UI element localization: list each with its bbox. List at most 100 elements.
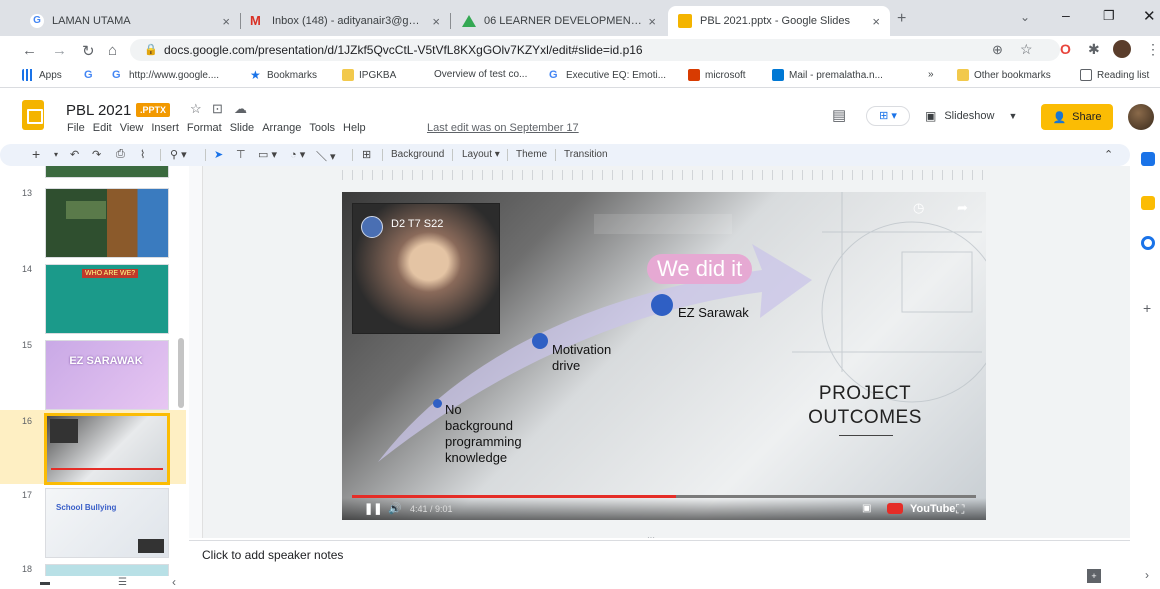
tab-pbl-slides[interactable]: PBL 2021.pptx - Google Slides ×	[668, 6, 890, 36]
cloud-status-icon[interactable]: ☁	[234, 101, 247, 117]
opera-extension-icon[interactable]: O	[1060, 41, 1071, 57]
shape-icon[interactable]: ◔ ▾	[290, 148, 305, 161]
collapse-panel-chevron-icon[interactable]: ‹	[172, 575, 176, 589]
menu-view[interactable]: View	[120, 122, 144, 134]
bookmark-apps[interactable]: Apps	[22, 69, 62, 81]
background-button[interactable]: Background	[391, 149, 444, 160]
add-addon-icon[interactable]: +	[1143, 300, 1151, 316]
bookmark-bookmarks[interactable]: ★ Bookmarks	[250, 69, 317, 81]
notes-resize-handle[interactable]: ···	[647, 533, 655, 542]
close-tab-icon[interactable]: ×	[432, 14, 440, 29]
menu-arrange[interactable]: Arrange	[262, 122, 301, 134]
image-icon[interactable]: ▭ ▾	[258, 148, 277, 161]
move-folder-icon[interactable]: ⊡	[212, 101, 223, 117]
explore-icon[interactable]: +	[1087, 569, 1101, 583]
menu-format[interactable]: Format	[187, 122, 222, 134]
video-progress-bar[interactable]	[352, 495, 976, 498]
bookmark-reading-list[interactable]: Reading list	[1080, 69, 1149, 81]
redo-icon[interactable]: ↷	[92, 148, 101, 161]
tab-gmail-inbox[interactable]: M Inbox (148) - adityanair3@gmail. ×	[240, 6, 450, 36]
google-bookmark-icon[interactable]: G	[84, 69, 93, 81]
home-icon[interactable]: ⌂	[108, 42, 117, 59]
zoom-icon[interactable]: ⚲ ▾	[170, 148, 187, 161]
share-button[interactable]: 👤 Share	[1041, 104, 1113, 130]
menu-edit[interactable]: Edit	[93, 122, 112, 134]
new-slide-icon[interactable]: +	[32, 146, 40, 162]
slide-thumbnail-12[interactable]	[45, 166, 169, 178]
paint-format-icon[interactable]: ⌇	[140, 148, 145, 161]
slide-thumbnail-13[interactable]	[45, 188, 169, 258]
slideshow-button[interactable]: ▣ Slideshow ▼	[925, 104, 1017, 128]
transition-button[interactable]: Transition	[564, 149, 608, 160]
calendar-addon-icon[interactable]	[1141, 152, 1155, 166]
bookmark-overview-test[interactable]: Overview of test co...	[434, 69, 527, 80]
profile-avatar-icon[interactable]	[1113, 40, 1131, 58]
tab-learner-development[interactable]: 06 LEARNER DEVELOPMENT LAT ×	[452, 6, 666, 36]
pause-icon[interactable]: ❚❚	[364, 502, 382, 515]
reload-icon[interactable]: ↻	[82, 42, 95, 60]
menu-insert[interactable]: Insert	[151, 122, 179, 134]
slides-logo-icon[interactable]	[22, 100, 44, 130]
last-edit-link[interactable]: Last edit was on September 17	[427, 122, 579, 134]
fullscreen-icon[interactable]: ⛶	[956, 502, 964, 517]
current-slide[interactable]: D2 T7 S22 ◷ ➦ We did it No background pr…	[342, 192, 986, 520]
document-title[interactable]: PBL 2021	[66, 102, 131, 119]
zoom-icon[interactable]: ⊕	[992, 42, 1003, 58]
star-icon[interactable]: ☆	[190, 101, 202, 117]
layout-button[interactable]: Layout ▾	[462, 149, 500, 160]
present-options-button[interactable]: ⊞ ▾	[866, 106, 910, 126]
tab-search-chevron-icon[interactable]: ⌄	[1020, 10, 1030, 24]
slideshow-dropdown-icon[interactable]: ▼	[1008, 111, 1017, 121]
bookmark-other[interactable]: Other bookmarks	[957, 69, 1051, 81]
share-video-icon[interactable]: ➦	[957, 200, 968, 216]
filmstrip-view-icon[interactable]: ☰	[118, 577, 127, 588]
menu-file[interactable]: File	[67, 122, 85, 134]
bookmark-ipgkba[interactable]: IPGKBA	[342, 69, 396, 81]
speaker-notes[interactable]: Click to add speaker notes ··· +	[189, 533, 1130, 586]
tab-laman-utama[interactable]: G LAMAN UTAMA ×	[20, 6, 240, 36]
side-panel-toggle-chevron-icon[interactable]: ›	[1145, 568, 1149, 582]
youtube-label[interactable]: YouTube	[910, 503, 955, 515]
back-arrow-icon[interactable]: ←	[22, 42, 37, 59]
grid-view-icon[interactable]: ▬	[40, 577, 50, 588]
user-avatar[interactable]	[1128, 104, 1154, 130]
slide-thumbnail-18[interactable]	[45, 564, 169, 576]
slide-thumbnail-17[interactable]: School Bullying	[45, 488, 169, 558]
slide-thumbnail-15[interactable]: EZ SARAWAK	[45, 340, 169, 410]
forward-arrow-icon[interactable]: →	[52, 42, 67, 59]
new-tab-button[interactable]: +	[897, 10, 906, 28]
chrome-menu-icon[interactable]: ⋮	[1146, 41, 1160, 58]
collapse-toolbar-chevron-icon[interactable]: ⌃	[1104, 148, 1113, 161]
bookmark-mail[interactable]: Mail - premalatha.n...	[772, 69, 883, 81]
add-comment-icon[interactable]: ⊞	[362, 148, 371, 161]
captions-icon[interactable]: ▣	[862, 503, 871, 514]
keep-addon-icon[interactable]	[1141, 196, 1155, 210]
menu-slide[interactable]: Slide	[230, 122, 254, 134]
url-field[interactable]: 🔒 docs.google.com/presentation/d/1JZkf5Q…	[130, 39, 1060, 61]
slide-thumbnail-14[interactable]: WHO ARE WE?	[45, 264, 169, 334]
watch-later-icon[interactable]: ◷	[913, 200, 924, 216]
menu-tools[interactable]: Tools	[309, 122, 335, 134]
line-icon[interactable]: ＼ ▾	[316, 148, 336, 164]
bookmark-star-icon[interactable]: ☆	[1020, 41, 1033, 58]
menu-help[interactable]: Help	[343, 122, 366, 134]
restore-window-icon[interactable]: ❐	[1103, 8, 1115, 24]
filmstrip-scrollbar[interactable]	[178, 338, 184, 408]
select-cursor-icon[interactable]: ➤	[214, 148, 223, 161]
bookmarks-overflow[interactable]: »	[928, 69, 934, 80]
close-tab-icon[interactable]: ×	[222, 14, 230, 29]
minimize-window-icon[interactable]: –	[1062, 7, 1070, 23]
bookmark-executive-eq[interactable]: G Executive EQ: Emoti...	[549, 69, 666, 81]
extensions-puzzle-icon[interactable]: ✱	[1088, 41, 1100, 58]
print-icon[interactable]: ⎙	[116, 148, 125, 161]
new-slide-dropdown-icon[interactable]: ▾	[54, 150, 58, 159]
theme-button[interactable]: Theme	[516, 149, 547, 160]
text-box-icon[interactable]: ⊤	[236, 148, 246, 161]
slide-thumbnail-16[interactable]	[44, 413, 170, 485]
comments-icon[interactable]: ▤	[832, 106, 846, 124]
bookmark-microsoft[interactable]: microsoft	[688, 69, 746, 81]
undo-icon[interactable]: ↶	[70, 148, 79, 161]
bookmark-google-url[interactable]: Ghttp://www.google....	[112, 69, 219, 81]
tasks-addon-icon[interactable]	[1141, 236, 1155, 250]
close-tab-icon[interactable]: ×	[872, 14, 880, 29]
